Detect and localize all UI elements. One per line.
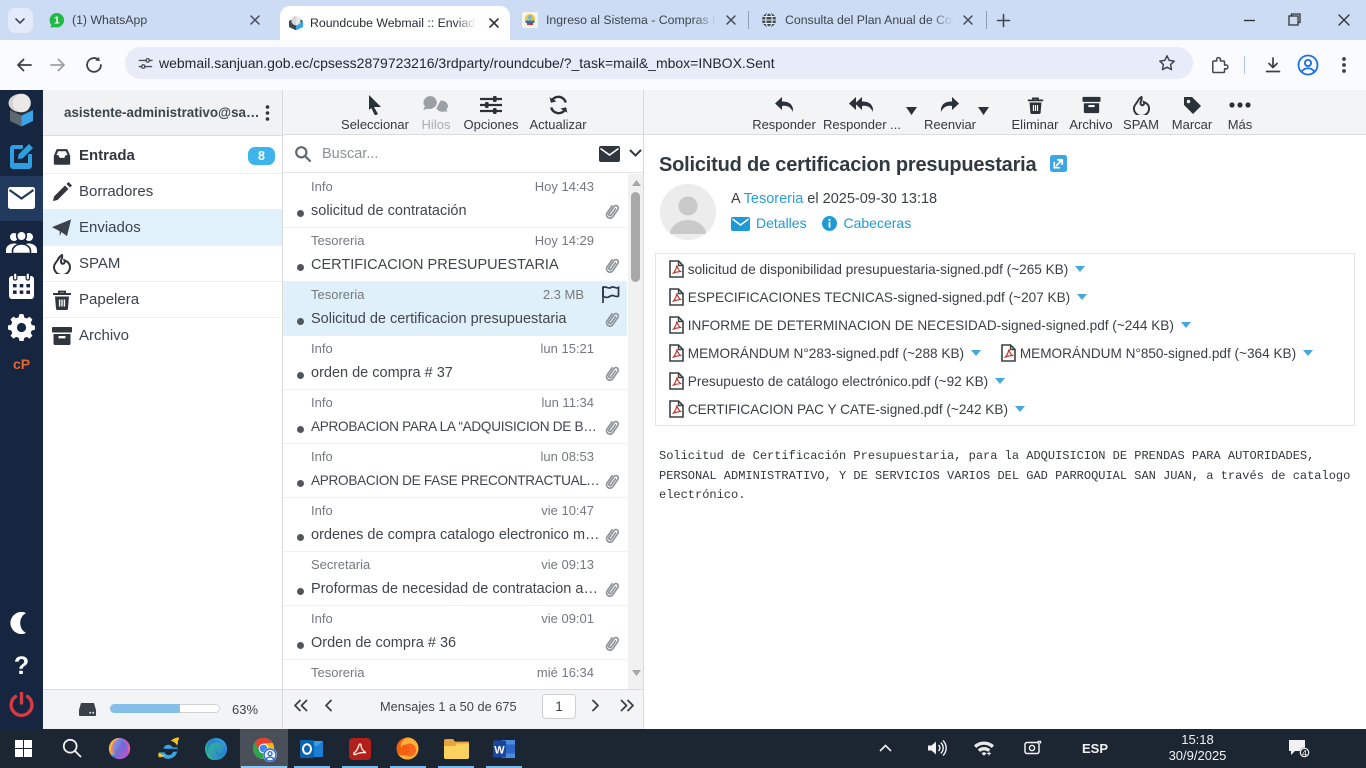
- svg-text:W: W: [494, 745, 505, 757]
- svg-text:4: 4: [1302, 748, 1307, 758]
- svg-text:1: 1: [54, 16, 60, 27]
